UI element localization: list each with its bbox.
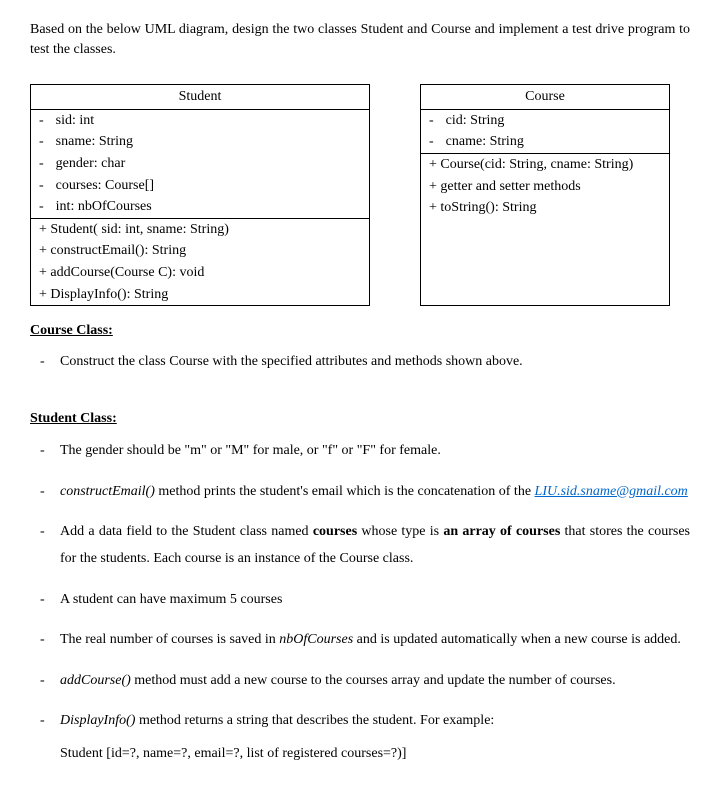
uml-method-row: + DisplayInfo(): String bbox=[31, 284, 369, 306]
uml-course-methods: + Course(cid: String, cname: String) + g… bbox=[421, 153, 669, 219]
uml-attr-row: -sid: int bbox=[31, 110, 369, 132]
method-name: DisplayInfo() bbox=[60, 713, 135, 728]
uml-attr: int: nbOfCourses bbox=[56, 197, 152, 217]
uml-attr-row: -int: nbOfCourses bbox=[31, 196, 369, 218]
uml-course-attrs: -cid: String -cname: String bbox=[421, 110, 669, 153]
uml-course-title: Course bbox=[421, 85, 669, 110]
uml-method-row: + Course(cid: String, cname: String) bbox=[421, 154, 669, 176]
example-output: Student [id=?, name=?, email=?, list of … bbox=[30, 741, 690, 768]
list-item: The real number of courses is saved in n… bbox=[30, 627, 690, 654]
uml-attr-row: -cid: String bbox=[421, 110, 669, 132]
course-class-list: Construct the class Course with the spec… bbox=[30, 351, 690, 373]
uml-attr: gender: char bbox=[56, 154, 126, 174]
list-item: A student can have maximum 5 courses bbox=[30, 587, 690, 614]
uml-student-methods: + Student( sid: int, sname: String) + co… bbox=[31, 218, 369, 305]
bold-text: courses bbox=[313, 524, 357, 539]
text: whose type is bbox=[357, 524, 443, 539]
uml-attr: cid: String bbox=[446, 111, 505, 131]
text: method returns a string that describes t… bbox=[135, 713, 494, 728]
uml-course-table: Course -cid: String -cname: String + Cou… bbox=[420, 84, 670, 306]
list-item: addCourse() method must add a new course… bbox=[30, 668, 690, 695]
uml-container: Student -sid: int -sname: String -gender… bbox=[30, 84, 690, 306]
uml-attr: sname: String bbox=[56, 132, 133, 152]
uml-method-row: + Student( sid: int, sname: String) bbox=[31, 219, 369, 241]
uml-attr-row: -sname: String bbox=[31, 131, 369, 153]
italic-text: nbOfCourses bbox=[279, 632, 353, 647]
uml-method: + Course(cid: String, cname: String) bbox=[429, 155, 633, 175]
uml-method-row: + toString(): String bbox=[421, 197, 669, 219]
uml-method: + toString(): String bbox=[429, 198, 536, 218]
text: Add a data field to the Student class na… bbox=[60, 524, 313, 539]
method-name: addCourse() bbox=[60, 673, 131, 688]
text: The real number of courses is saved in bbox=[60, 632, 279, 647]
uml-method-row: + constructEmail(): String bbox=[31, 240, 369, 262]
student-class-heading: Student Class: bbox=[30, 409, 690, 429]
text: and is updated automatically when a new … bbox=[353, 632, 681, 647]
uml-method: + constructEmail(): String bbox=[39, 241, 186, 261]
uml-attr-row: -cname: String bbox=[421, 131, 669, 153]
uml-method: + DisplayInfo(): String bbox=[39, 285, 168, 305]
uml-method-row: + getter and setter methods bbox=[421, 176, 669, 198]
course-class-heading: Course Class: bbox=[30, 321, 690, 341]
method-name: constructEmail() bbox=[60, 484, 155, 499]
uml-student-title: Student bbox=[31, 85, 369, 110]
uml-method-row: + addCourse(Course C): void bbox=[31, 262, 369, 284]
list-item: constructEmail() method prints the stude… bbox=[30, 479, 690, 506]
uml-student-attrs: -sid: int -sname: String -gender: char -… bbox=[31, 110, 369, 218]
uml-attr: courses: Course[] bbox=[56, 176, 154, 196]
uml-student-table: Student -sid: int -sname: String -gender… bbox=[30, 84, 370, 306]
uml-attr-row: -courses: Course[] bbox=[31, 175, 369, 197]
uml-method: + Student( sid: int, sname: String) bbox=[39, 220, 229, 240]
text: method must add a new course to the cour… bbox=[131, 673, 616, 688]
list-item: DisplayInfo() method returns a string th… bbox=[30, 708, 690, 735]
student-class-list: The gender should be "m" or "M" for male… bbox=[30, 438, 690, 735]
list-item: The gender should be "m" or "M" for male… bbox=[30, 438, 690, 465]
email-link: LIU.sid.sname@gmail.com bbox=[535, 484, 688, 499]
text: method prints the student's email which … bbox=[155, 484, 535, 499]
uml-attr: cname: String bbox=[446, 132, 524, 152]
list-item: Add a data field to the Student class na… bbox=[30, 519, 690, 572]
intro-text: Based on the below UML diagram, design t… bbox=[30, 20, 690, 59]
uml-attr-row: -gender: char bbox=[31, 153, 369, 175]
uml-attr: sid: int bbox=[56, 111, 95, 131]
list-item: Construct the class Course with the spec… bbox=[30, 351, 690, 373]
uml-method: + getter and setter methods bbox=[429, 177, 581, 197]
uml-method: + addCourse(Course C): void bbox=[39, 263, 204, 283]
bold-text: an array of courses bbox=[443, 524, 560, 539]
